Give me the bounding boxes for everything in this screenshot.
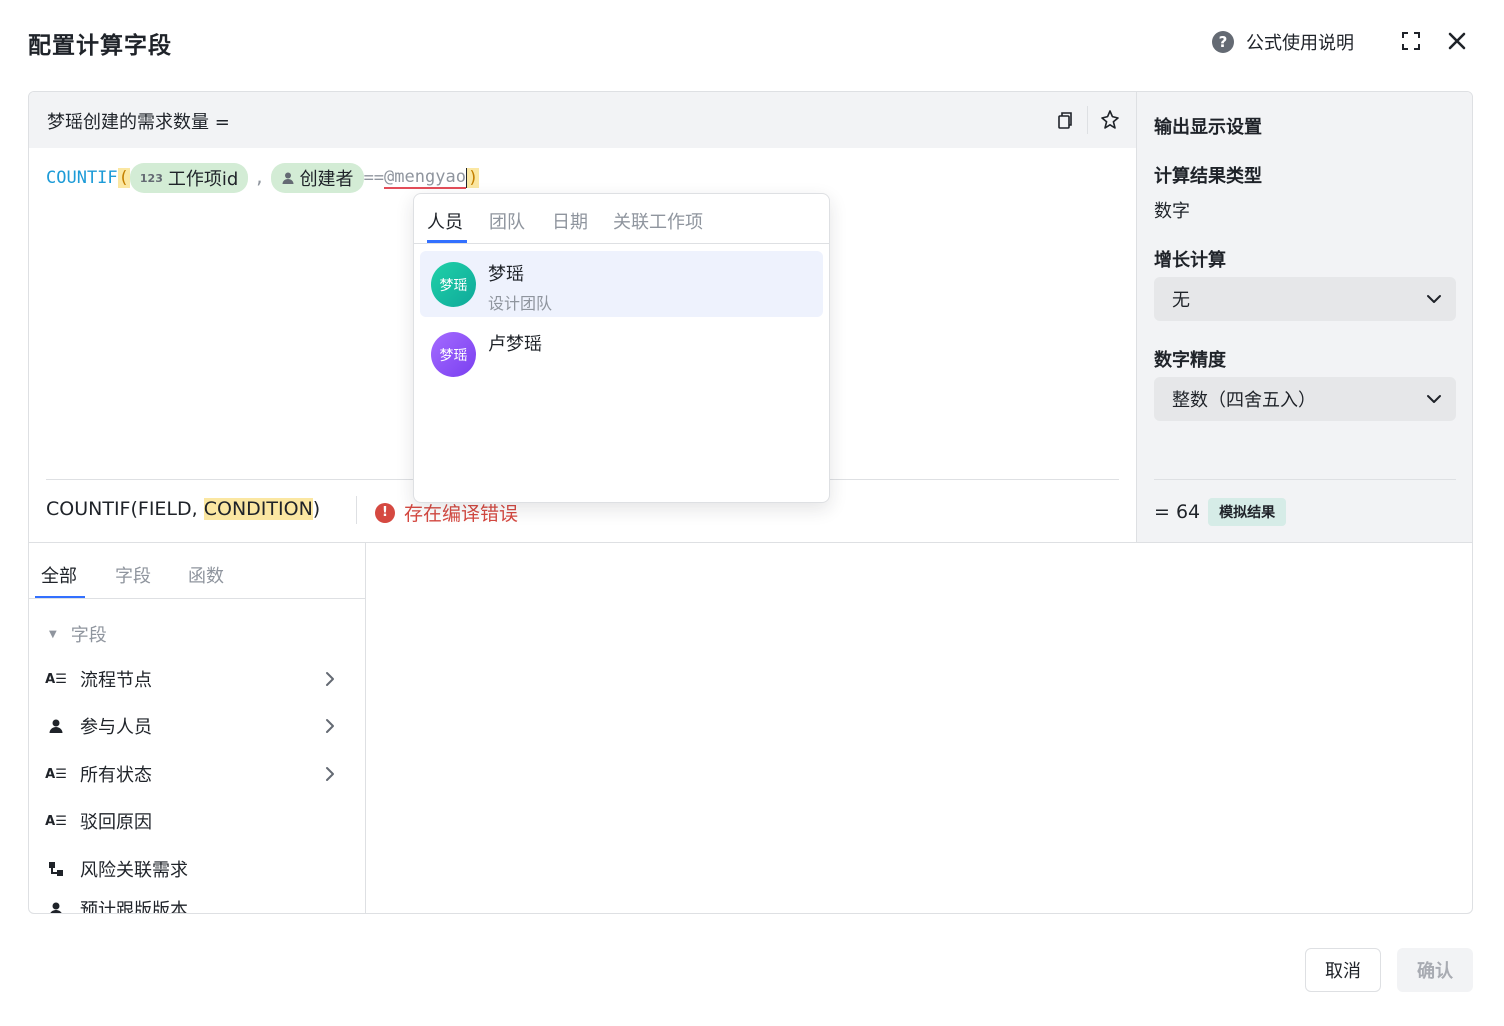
field-label: 驳回原因 <box>80 812 152 833</box>
syntax-divider <box>356 496 357 524</box>
syntax-suffix: ) <box>312 498 321 520</box>
chip-label: 工作项id <box>167 169 239 190</box>
text-field-icon: A☰ <box>45 766 67 782</box>
formula-help-link[interactable]: ? 公式使用说明 <box>1212 29 1354 55</box>
formula-operator: == <box>363 168 385 188</box>
result-value: = 64 <box>1154 501 1201 523</box>
tab-fields[interactable]: 字段 <box>115 562 151 588</box>
field-label: 所有状态 <box>80 765 152 786</box>
field-label: 风险关联需求 <box>80 860 188 881</box>
field-item[interactable]: 预计跟版版本 <box>46 889 346 914</box>
precision-select-value: 整数（四舍五入） <box>1172 390 1316 411</box>
text-field-icon: A☰ <box>45 813 67 829</box>
fullscreen-icon[interactable] <box>1400 30 1422 52</box>
field-chip-creator[interactable]: 创建者 <box>270 163 364 193</box>
result-type-label: 计算结果类型 <box>1154 166 1262 187</box>
avatar: 梦瑶 <box>431 262 476 307</box>
error-text: 存在编译错误 <box>404 503 519 525</box>
simulated-result: = 64 模拟结果 <box>1154 498 1287 526</box>
field-label: 参与人员 <box>80 717 152 738</box>
tab-people[interactable]: 人员 <box>427 208 463 234</box>
header-divider <box>1087 106 1088 134</box>
tab-all[interactable]: 全部 <box>41 562 77 588</box>
relation-icon <box>46 859 66 879</box>
formula-function: COUNTIF <box>46 168 118 188</box>
mention-option[interactable]: 梦瑶 梦瑶 设计团队 <box>420 251 823 317</box>
field-item[interactable]: A☰ 所有状态 <box>45 754 346 794</box>
field-chip-work-item-id[interactable]: 123 工作项id <box>129 163 249 193</box>
compile-error: ! 存在编译错误 <box>375 499 518 526</box>
tab-teams[interactable]: 团队 <box>489 208 525 234</box>
field-label: 预计跟版版本 <box>80 900 188 914</box>
avatar: 梦瑶 <box>431 332 476 377</box>
formula-close-paren: ) <box>466 168 480 188</box>
chevron-right-icon <box>326 767 334 781</box>
close-icon[interactable] <box>1446 30 1468 52</box>
group-label: 字段 <box>70 625 107 646</box>
syntax-prefix: COUNTIF(FIELD, <box>46 498 204 520</box>
person-icon <box>46 899 66 913</box>
error-icon: ! <box>375 502 395 523</box>
formula-input[interactable]: COUNTIF ( 123 工作项id , 创建者 == @mengyao ) <box>46 163 480 193</box>
chevron-right-icon <box>326 672 334 686</box>
tab-dates[interactable]: 日期 <box>552 208 588 234</box>
formula-help-label: 公式使用说明 <box>1246 33 1354 54</box>
field-library-panel: 全部 字段 函数 ▼ 字段 A☰ 流程节点 参与人员 A☰ 所有状态 A☰ 驳回… <box>29 543 366 914</box>
option-team: 设计团队 <box>488 294 553 313</box>
editor-header: 梦瑶创建的需求数量 = <box>29 92 1136 148</box>
copy-icon[interactable] <box>1055 110 1075 130</box>
person-icon <box>282 172 294 184</box>
output-settings-panel: 输出显示设置 计算结果类型 数字 增长计算 无 数字精度 整数（四舍五入） = … <box>1136 92 1472 543</box>
dropdown-tabs: 人员 团队 日期 关联工作项 <box>414 194 829 244</box>
precision-label: 数字精度 <box>1154 350 1226 371</box>
growth-select-value: 无 <box>1172 290 1190 311</box>
field-item[interactable]: 风险关联需求 <box>46 849 346 889</box>
person-icon <box>46 716 66 736</box>
tab-related-items[interactable]: 关联工作项 <box>613 208 703 234</box>
caret-down-icon: ▼ <box>49 628 57 640</box>
text-field-icon: A☰ <box>45 671 67 687</box>
option-name: 卢梦瑶 <box>488 334 542 355</box>
syntax-hint: COUNTIF(FIELD, CONDITION) <box>46 498 320 520</box>
tab-functions[interactable]: 函数 <box>188 562 224 588</box>
field-item[interactable]: A☰ 驳回原因 <box>45 801 346 841</box>
option-name: 梦瑶 <box>488 264 524 285</box>
library-tabs: 全部 字段 函数 <box>29 543 365 599</box>
chevron-right-icon <box>326 719 334 733</box>
field-item[interactable]: 参与人员 <box>46 706 346 746</box>
confirm-button[interactable]: 确认 <box>1397 948 1473 992</box>
field-label: 流程节点 <box>80 670 152 691</box>
formula-comma: , <box>254 168 265 188</box>
precision-select[interactable]: 整数（四舍五入） <box>1154 377 1456 421</box>
syntax-highlight: CONDITION <box>203 498 313 520</box>
chevron-down-icon <box>1427 395 1441 403</box>
question-icon: ? <box>1212 31 1234 53</box>
formula-mention: @mengyao <box>384 167 466 189</box>
chip-label: 创建者 <box>299 169 354 190</box>
result-badge: 模拟结果 <box>1208 498 1287 526</box>
number-icon: 123 <box>139 171 163 185</box>
mention-option[interactable]: 梦瑶 卢梦瑶 <box>420 321 823 387</box>
chevron-down-icon <box>1427 295 1441 303</box>
side-divider <box>1154 479 1456 480</box>
active-tab-indicator <box>427 240 467 243</box>
field-name-title: 梦瑶创建的需求数量 = <box>47 112 230 133</box>
formula-open-paren: ( <box>117 168 130 188</box>
group-header-fields[interactable]: ▼ 字段 <box>49 621 107 647</box>
growth-select[interactable]: 无 <box>1154 277 1456 321</box>
cancel-button[interactable]: 取消 <box>1305 948 1381 992</box>
field-item[interactable]: A☰ 流程节点 <box>45 659 346 699</box>
active-tab-indicator <box>35 596 85 598</box>
growth-label: 增长计算 <box>1154 250 1226 271</box>
sparkle-icon[interactable] <box>1099 109 1121 131</box>
mention-dropdown: 人员 团队 日期 关联工作项 梦瑶 梦瑶 设计团队 梦瑶 卢梦瑶 <box>413 193 830 503</box>
dialog-title: 配置计算字段 <box>28 33 172 59</box>
result-type-value: 数字 <box>1154 201 1190 222</box>
output-settings-title: 输出显示设置 <box>1154 117 1262 138</box>
